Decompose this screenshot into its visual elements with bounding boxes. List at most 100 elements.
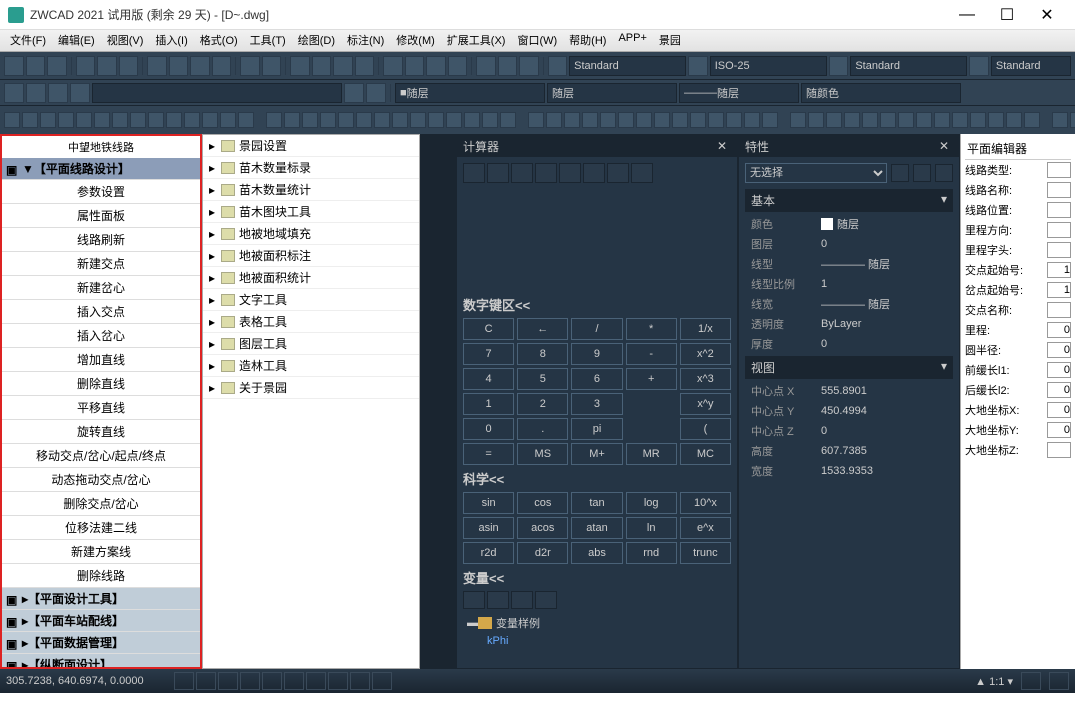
menu-item[interactable]: 格式(O)	[194, 30, 244, 51]
plot-icon[interactable]	[119, 56, 139, 76]
calc-key[interactable]: C	[463, 318, 514, 340]
tool-icon[interactable]	[184, 112, 200, 128]
right-input[interactable]	[1047, 282, 1071, 298]
calc-key[interactable]: 7	[463, 343, 514, 365]
freeze-icon[interactable]	[26, 83, 46, 103]
tool-icon[interactable]	[446, 112, 462, 128]
tool-icon[interactable]	[762, 112, 778, 128]
tool-icon[interactable]	[672, 112, 688, 128]
numpad-header[interactable]: 数字键区<<	[463, 295, 731, 314]
tool-icon[interactable]	[808, 112, 824, 128]
prop-row[interactable]: 线型———— 随层	[745, 254, 953, 274]
calc-key[interactable]: 5	[517, 368, 568, 390]
redo-icon[interactable]	[262, 56, 282, 76]
text-icon[interactable]	[519, 56, 539, 76]
calc-pick-icon[interactable]	[535, 163, 557, 183]
tool-icon[interactable]	[112, 112, 128, 128]
minimize-button[interactable]: —	[947, 0, 987, 30]
tool-icon[interactable]	[790, 112, 806, 128]
left-item[interactable]: 位移法建二线	[2, 516, 200, 540]
tool-icon[interactable]	[428, 112, 444, 128]
undo-icon[interactable]	[240, 56, 260, 76]
mlstyle-icon[interactable]	[969, 56, 989, 76]
calc-key[interactable]: ←	[517, 318, 568, 340]
polar-icon[interactable]	[240, 672, 260, 690]
cleanscreen-icon[interactable]	[1049, 672, 1069, 690]
tool-icon[interactable]	[284, 112, 300, 128]
tree-item[interactable]: ▸地被地域填充	[203, 223, 419, 245]
tool-icon[interactable]	[94, 112, 110, 128]
calc-key[interactable]: -	[626, 343, 677, 365]
calc-key[interactable]: MR	[626, 443, 677, 465]
right-input[interactable]	[1047, 342, 1071, 358]
sci-key[interactable]: acos	[517, 517, 568, 539]
layermgr-icon[interactable]	[344, 83, 364, 103]
tree-item[interactable]: ▸造林工具	[203, 355, 419, 377]
tool-icon[interactable]	[374, 112, 390, 128]
menu-item[interactable]: 窗口(W)	[511, 30, 563, 51]
menu-item[interactable]: APP+	[612, 30, 652, 51]
sci-key[interactable]: asin	[463, 517, 514, 539]
cut-icon[interactable]	[147, 56, 167, 76]
calc-hist-icon[interactable]	[487, 163, 509, 183]
calc-key[interactable]: pi	[571, 418, 622, 440]
layer-drop[interactable]	[92, 83, 342, 103]
layerctl-icon[interactable]	[70, 83, 90, 103]
props-icon[interactable]	[383, 56, 403, 76]
pan-icon[interactable]	[290, 56, 310, 76]
right-input[interactable]	[1047, 302, 1071, 318]
tool-icon[interactable]	[826, 112, 842, 128]
props-group-basic[interactable]: 基本▾	[745, 189, 953, 212]
leader-icon[interactable]	[498, 56, 518, 76]
paste-icon[interactable]	[190, 56, 210, 76]
tool-icon[interactable]	[844, 112, 860, 128]
var-phi-item[interactable]: k Phi	[463, 633, 731, 649]
left-item[interactable]: 新建岔心	[2, 276, 200, 300]
calc-key[interactable]: 3	[571, 393, 622, 415]
calc-key[interactable]: 0	[463, 418, 514, 440]
right-input[interactable]	[1047, 442, 1071, 458]
tool-icon[interactable]	[1024, 112, 1040, 128]
right-input[interactable]	[1047, 162, 1071, 178]
right-input[interactable]	[1047, 182, 1071, 198]
tree-item[interactable]: ▸苗木图块工具	[203, 201, 419, 223]
tpalette-icon[interactable]	[426, 56, 446, 76]
tool-icon[interactable]	[22, 112, 38, 128]
sci-key[interactable]: rnd	[626, 542, 677, 564]
left-item[interactable]: 参数设置	[2, 180, 200, 204]
tool-icon[interactable]	[58, 112, 74, 128]
desctr-icon[interactable]	[405, 56, 425, 76]
tool-icon[interactable]	[482, 112, 498, 128]
grid-icon[interactable]	[196, 672, 216, 690]
tool-icon[interactable]	[202, 112, 218, 128]
calc-key[interactable]: =	[463, 443, 514, 465]
tool-icon[interactable]	[76, 112, 92, 128]
sci-key[interactable]: sin	[463, 492, 514, 514]
dimstyle-icon[interactable]	[688, 56, 708, 76]
calc-angle-icon[interactable]	[583, 163, 605, 183]
sci-key[interactable]: cos	[517, 492, 568, 514]
tool-icon[interactable]	[654, 112, 670, 128]
zoom-icon[interactable]	[312, 56, 332, 76]
left-item[interactable]: 删除直线	[2, 372, 200, 396]
tool-icon[interactable]	[320, 112, 336, 128]
left-item[interactable]: 新建方案线	[2, 540, 200, 564]
status-scale[interactable]: ▲ 1:1 ▾	[975, 675, 1013, 688]
right-input[interactable]	[1047, 382, 1071, 398]
tool-icon[interactable]	[916, 112, 932, 128]
prop-row[interactable]: 透明度ByLayer	[745, 314, 953, 334]
var-header[interactable]: 变量<<	[463, 568, 731, 587]
tool-icon[interactable]	[880, 112, 896, 128]
var-sample-item[interactable]: ▬ 变量样例	[463, 613, 731, 633]
tool-icon[interactable]	[744, 112, 760, 128]
osnap-icon[interactable]	[262, 672, 282, 690]
tool-icon[interactable]	[220, 112, 236, 128]
right-input[interactable]	[1047, 202, 1071, 218]
left-item[interactable]: 插入岔心	[2, 324, 200, 348]
tool-icon[interactable]	[238, 112, 254, 128]
dim-icon[interactable]	[476, 56, 496, 76]
tool-icon[interactable]	[862, 112, 878, 128]
right-input[interactable]	[1047, 242, 1071, 258]
sci-key[interactable]: e^x	[680, 517, 731, 539]
open-icon[interactable]	[26, 56, 46, 76]
